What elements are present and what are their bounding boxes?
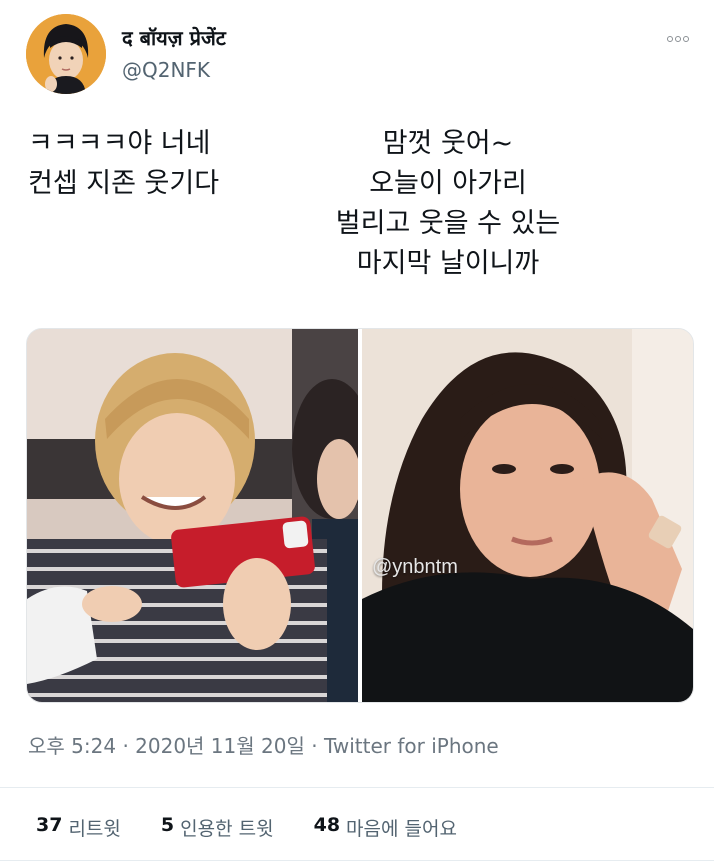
photo-watermark: @ynbntm (372, 556, 458, 578)
divider (0, 787, 714, 788)
tweet-text-line: 맘껏 웃어~ (382, 128, 514, 159)
photo-right-image (362, 329, 693, 702)
quotes-stat[interactable]: 5 인용한 트윗 (161, 814, 274, 841)
tweet-text-right: 맘껏 웃어~ 오늘이 아가리 벌리고 웃을 수 있는 마지막 날이니까 (298, 124, 598, 284)
tweet-meta: 오후 5:24 · 2020년 11월 20일 · Twitter for iP… (28, 730, 499, 759)
photo-left-image (27, 329, 358, 702)
avatar-image (26, 14, 106, 94)
tweet-source[interactable]: Twitter for iPhone (324, 734, 499, 758)
tweet-text-line: ㅋㅋㅋㅋ야 너네 (28, 128, 211, 159)
likes-stat[interactable]: 48 마음에 들어요 (314, 814, 457, 841)
avatar[interactable] (26, 14, 106, 94)
tweet: द बॉयज़ प्रेजेंट @Q2NFK ㅋㅋㅋㅋ야 너네 컨셉 지존 웃… (0, 0, 714, 867)
likes-count: 48 (313, 814, 341, 836)
tweet-text-line: 컨셉 지존 웃기다 (28, 168, 220, 199)
tweet-text-line: 오늘이 아가리 (369, 168, 527, 199)
divider (0, 860, 714, 861)
retweets-label: 리트윗 (68, 818, 121, 840)
photo-left[interactable] (27, 329, 358, 702)
retweets-count: 37 (36, 814, 63, 836)
more-options-icon[interactable] (662, 30, 694, 48)
photo-right[interactable]: @ynbntm (362, 329, 693, 702)
tweet-text-line: 벌리고 웃을 수 있는 (335, 208, 561, 239)
tweet-time[interactable]: 오후 5:24 (28, 734, 116, 758)
tweet-date[interactable]: 2020년 11월 20일 (135, 734, 305, 758)
retweets-stat[interactable]: 37 리트윗 (36, 814, 121, 841)
handle[interactable]: @Q2NFK (122, 58, 210, 82)
quotes-label: 인용한 트윗 (180, 818, 274, 840)
tweet-text-line: 마지막 날이니까 (356, 248, 540, 279)
quotes-count: 5 (160, 814, 175, 836)
display-name[interactable]: द बॉयज़ प्रेजेंट (122, 24, 226, 51)
meta-separator: · (122, 734, 129, 758)
tweet-media[interactable]: @ynbntm (26, 328, 694, 703)
meta-separator: · (311, 734, 318, 758)
likes-label: 마음에 들어요 (346, 818, 457, 840)
tweet-text-left: ㅋㅋㅋㅋ야 너네 컨셉 지존 웃기다 (28, 124, 219, 204)
tweet-stats: 37 리트윗 5 인용한 트윗 48 마음에 들어요 (36, 814, 457, 841)
